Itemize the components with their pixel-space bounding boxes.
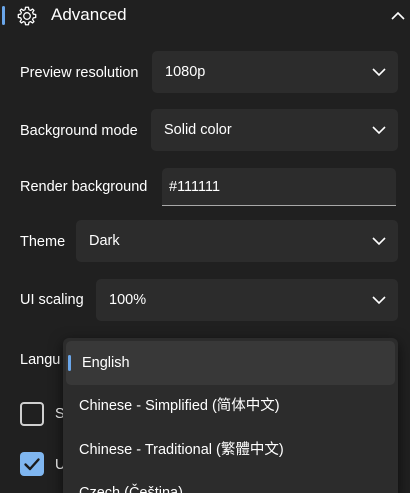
selected-indicator [68, 355, 71, 371]
chevron-down-icon [372, 296, 386, 305]
background-mode-select[interactable]: Solid color [151, 109, 398, 151]
language-option-chinese-traditional[interactable]: Chinese - Traditional (繁體中文) [63, 428, 398, 472]
language-label: Langu [20, 352, 61, 368]
theme-value: Dark [89, 233, 120, 249]
chevron-down-icon [372, 68, 386, 77]
preview-resolution-select[interactable]: 1080p [152, 51, 398, 93]
background-mode-label: Background mode [20, 123, 138, 139]
section-title: Advanced [51, 5, 127, 24]
checkbox-unchecked[interactable] [20, 402, 44, 426]
checkbox-checked[interactable] [20, 452, 44, 476]
ui-scaling-label: UI scaling [20, 292, 84, 308]
theme-label: Theme [20, 234, 66, 250]
chevron-up-icon[interactable] [391, 9, 405, 23]
option-label: Chinese - Traditional (繁體中文) [79, 442, 284, 458]
language-option-chinese-simplified[interactable]: Chinese - Simplified (简体中文) [63, 384, 398, 428]
ui-scaling-select[interactable]: 100% [96, 279, 398, 321]
render-background-input[interactable]: #111111 [162, 168, 396, 206]
render-background-value: #111111 [169, 179, 221, 195]
chevron-down-icon [372, 237, 386, 246]
advanced-section-header[interactable]: Advanced [0, 0, 410, 32]
checkmark-icon [24, 458, 40, 471]
option-label: English [82, 355, 130, 371]
language-dropdown-list: English Chinese - Simplified (简体中文) Chin… [63, 338, 398, 493]
option-label: Chinese - Simplified (简体中文) [79, 398, 280, 414]
language-option-english[interactable]: English [66, 341, 395, 385]
gear-icon [17, 6, 37, 26]
background-mode-value: Solid color [164, 122, 232, 138]
preview-resolution-label: Preview resolution [20, 65, 139, 81]
language-option-czech[interactable]: Czech (Čeština) [63, 471, 398, 493]
settings-panel: Advanced Preview resolution 1080p Backgr… [0, 0, 410, 493]
option-label: Czech (Čeština) [79, 485, 183, 493]
render-background-label: Render background [20, 179, 148, 195]
chevron-down-icon [372, 126, 386, 135]
ui-scaling-value: 100% [109, 292, 147, 308]
theme-select[interactable]: Dark [76, 220, 398, 262]
preview-resolution-value: 1080p [165, 64, 206, 80]
section-accent-bar [2, 6, 5, 25]
